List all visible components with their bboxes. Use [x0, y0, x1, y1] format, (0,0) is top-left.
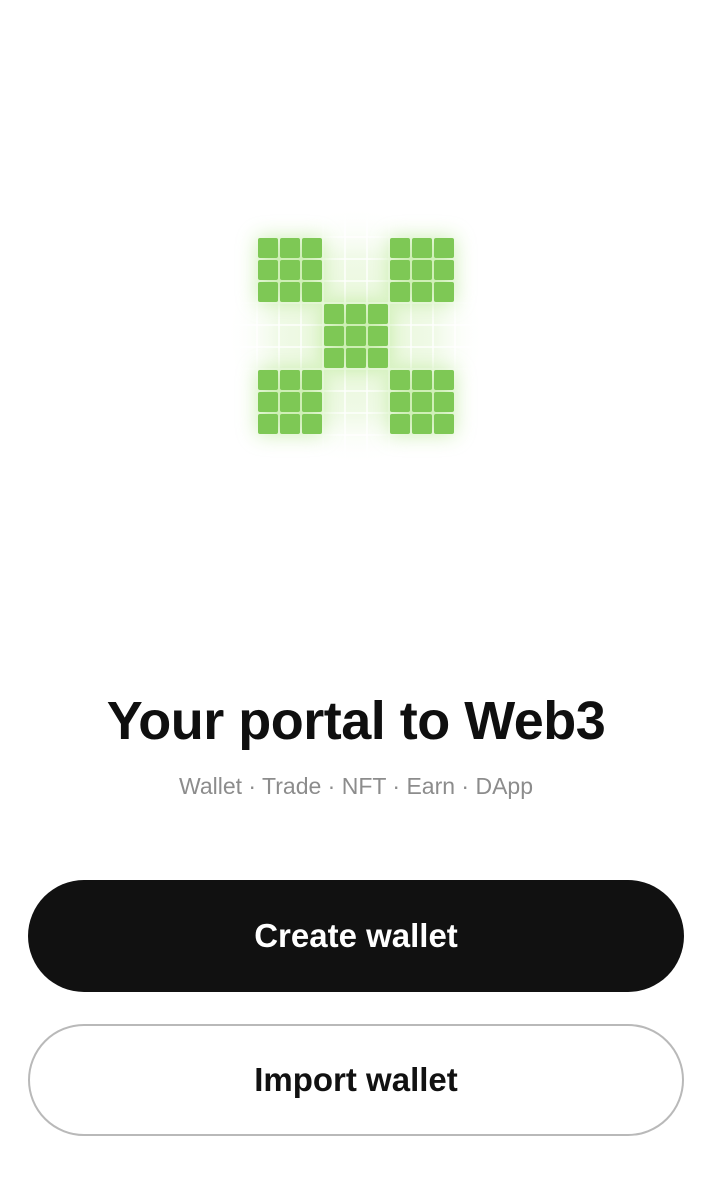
- wallet-logo-icon: [216, 196, 496, 476]
- logo-pixel: [302, 238, 322, 258]
- logo-pixel: [434, 260, 454, 280]
- logo-pixel: [346, 348, 366, 368]
- create-wallet-button[interactable]: Create wallet: [28, 880, 684, 992]
- logo-pixel: [412, 414, 432, 434]
- logo-pixel: [346, 304, 366, 324]
- logo-pixel: [434, 370, 454, 390]
- logo-pixel: [302, 392, 322, 412]
- logo-pixel: [390, 392, 410, 412]
- logo-pixel: [346, 326, 366, 346]
- logo-pixel: [302, 282, 322, 302]
- logo-pixel: [390, 414, 410, 434]
- logo-pixel: [280, 238, 300, 258]
- logo-pixel: [368, 304, 388, 324]
- page-title: Your portal to Web3: [106, 691, 606, 751]
- logo-pixel: [368, 326, 388, 346]
- logo-pixel: [412, 392, 432, 412]
- logo-pixel: [434, 282, 454, 302]
- logo-pixel: [434, 414, 454, 434]
- logo-pixel: [280, 392, 300, 412]
- logo-pixel: [390, 238, 410, 258]
- logo-pixel: [258, 414, 278, 434]
- logo-pixel: [324, 326, 344, 346]
- logo-pixel: [412, 260, 432, 280]
- logo-pixel: [280, 282, 300, 302]
- logo-pixel: [280, 414, 300, 434]
- logo-pixel: [258, 238, 278, 258]
- logo-pixel: [324, 348, 344, 368]
- logo-pixel: [258, 260, 278, 280]
- logo-pixel: [258, 282, 278, 302]
- logo-pixel: [302, 414, 322, 434]
- logo-pixel: [390, 370, 410, 390]
- logo-pixel: [412, 238, 432, 258]
- logo-pixel: [302, 370, 322, 390]
- logo-pixel: [412, 370, 432, 390]
- logo-pixel: [302, 260, 322, 280]
- feature-subtitle: Wallet · Trade · NFT · Earn · DApp: [178, 773, 534, 799]
- logo-pixel: [390, 282, 410, 302]
- logo-pixel: [368, 348, 388, 368]
- onboarding-screen: Your portal to Web3 Wallet · Trade · NFT…: [0, 0, 712, 1196]
- logo-pixel: [258, 370, 278, 390]
- logo-pixel: [434, 238, 454, 258]
- logo-pixel: [324, 304, 344, 324]
- import-wallet-button[interactable]: Import wallet: [28, 1024, 684, 1136]
- logo-pixel: [434, 392, 454, 412]
- logo-pixel: [280, 370, 300, 390]
- logo-pixel: [258, 392, 278, 412]
- logo-pixel: [390, 260, 410, 280]
- logo-pixel: [280, 260, 300, 280]
- logo-pixel: [412, 282, 432, 302]
